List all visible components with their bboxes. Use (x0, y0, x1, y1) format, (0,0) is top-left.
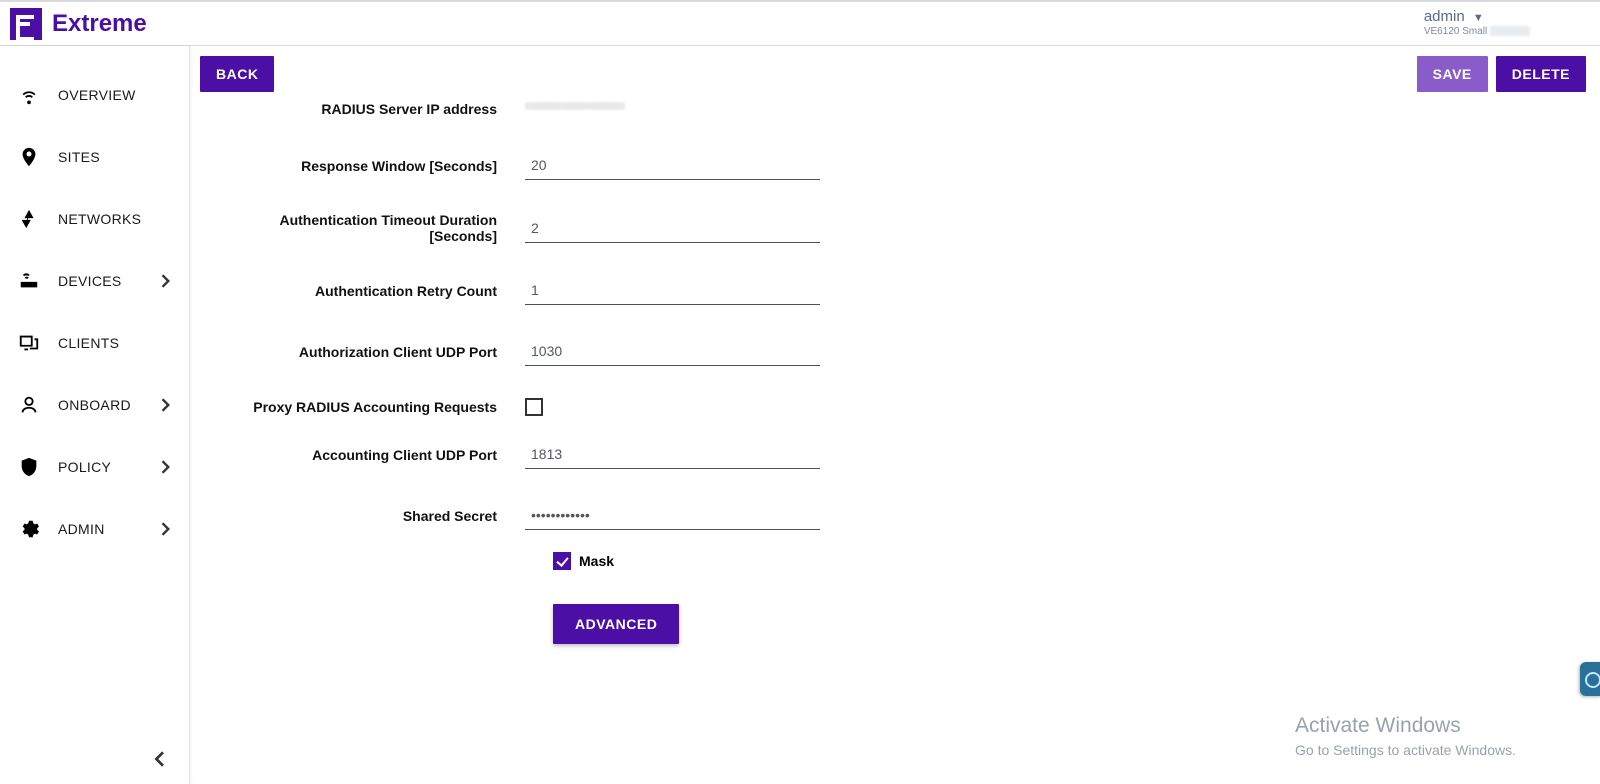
label-retry-count: Authentication Retry Count (230, 283, 525, 299)
caret-down-icon: ▼ (1473, 12, 1484, 24)
sidebar-item-admin[interactable]: ADMIN (0, 498, 189, 560)
acct-port-input[interactable] (525, 440, 820, 469)
user-name: admin (1424, 8, 1465, 25)
label-authz-port: Authorization Client UDP Port (230, 344, 525, 360)
server-ip-obscured (525, 98, 625, 114)
brand-logo-icon (10, 8, 42, 40)
teamviewer-side-tab[interactable] (1580, 662, 1600, 696)
row-mask: Mask (553, 552, 1586, 570)
obscured-text (1490, 26, 1530, 36)
sidebar-item-policy[interactable]: POLICY (0, 436, 189, 498)
devices-icon (18, 270, 40, 292)
shared-secret-input[interactable] (525, 501, 820, 530)
sidebar-item-label: CLIENTS (58, 335, 119, 351)
radius-form: RADIUS Server IP address Response Window… (200, 98, 1586, 644)
row-server-ip: RADIUS Server IP address (230, 98, 1586, 119)
row-retry-count: Authentication Retry Count (230, 276, 1586, 305)
row-shared-secret: Shared Secret (230, 501, 1586, 530)
back-button[interactable]: BACK (200, 56, 274, 92)
user-name-row: admin ▼ (1424, 8, 1530, 25)
response-window-input[interactable] (525, 151, 820, 180)
label-acct-port: Accounting Client UDP Port (230, 447, 525, 463)
gear-icon (18, 518, 40, 540)
row-authz-port: Authorization Client UDP Port (230, 337, 1586, 366)
location-pin-icon (18, 146, 40, 168)
sidebar-item-devices[interactable]: DEVICES (0, 250, 189, 312)
sidebar-item-sites[interactable]: SITES (0, 126, 189, 188)
sidebar-item-label: NETWORKS (58, 211, 141, 227)
mask-checkbox[interactable] (553, 552, 571, 570)
chevron-right-icon (161, 274, 171, 288)
label-proxy-acct: Proxy RADIUS Accounting Requests (230, 399, 525, 415)
brand-name: Extreme (52, 10, 147, 38)
sidebar-item-label: ONBOARD (58, 397, 131, 413)
networks-icon (18, 208, 40, 230)
appliance-name: VE6120 Small (1424, 26, 1487, 37)
chevron-left-icon (153, 751, 165, 767)
topbar: Extreme admin ▼ VE6120 Small (0, 0, 1600, 46)
appliance-row: VE6120 Small (1424, 26, 1530, 37)
delete-button[interactable]: DELETE (1496, 56, 1586, 92)
save-button[interactable]: SAVE (1417, 56, 1488, 92)
retry-count-input[interactable] (525, 276, 820, 305)
sidebar-item-label: DEVICES (58, 273, 122, 289)
chevron-right-icon (161, 460, 171, 474)
watermark-line1: Activate Windows (1295, 714, 1516, 738)
action-bar: BACK SAVE DELETE (200, 56, 1586, 92)
main: BACK SAVE DELETE RADIUS Server IP addres… (190, 46, 1600, 784)
sidebar-item-label: ADMIN (58, 521, 105, 537)
brand-logo[interactable]: Extreme (10, 8, 147, 40)
sidebar-item-onboard[interactable]: ONBOARD (0, 374, 189, 436)
chevron-right-icon (161, 522, 171, 536)
windows-activation-watermark: Activate Windows Go to Settings to activ… (1295, 714, 1516, 758)
sidebar-item-label: POLICY (58, 459, 111, 475)
sidebar-item-overview[interactable]: OVERVIEW (0, 64, 189, 126)
row-advanced: ADVANCED (553, 604, 1586, 644)
sidebar-collapse-button[interactable] (153, 751, 165, 772)
person-icon (18, 394, 40, 416)
proxy-acct-checkbox[interactable] (525, 398, 543, 416)
row-auth-timeout: Authentication Timeout Duration [Seconds… (230, 212, 1586, 244)
sidebar-item-label: SITES (58, 149, 100, 165)
sidebar-item-networks[interactable]: NETWORKS (0, 188, 189, 250)
row-acct-port: Accounting Client UDP Port (230, 440, 1586, 469)
advanced-button[interactable]: ADVANCED (553, 604, 679, 644)
sidebar: OVERVIEW SITES NETWORKS DEVICES CLIENTS … (0, 46, 190, 784)
row-response-window: Response Window [Seconds] (230, 151, 1586, 180)
label-response-window: Response Window [Seconds] (230, 158, 525, 174)
sidebar-item-clients[interactable]: CLIENTS (0, 312, 189, 374)
label-auth-timeout: Authentication Timeout Duration [Seconds… (230, 212, 525, 244)
label-mask: Mask (579, 553, 614, 569)
label-server-ip: RADIUS Server IP address (230, 101, 525, 117)
wifi-icon (18, 84, 40, 106)
chevron-right-icon (161, 398, 171, 412)
auth-timeout-input[interactable] (525, 214, 820, 243)
row-proxy-acct: Proxy RADIUS Accounting Requests (230, 398, 1586, 416)
authz-port-input[interactable] (525, 337, 820, 366)
watermark-line2: Go to Settings to activate Windows. (1295, 742, 1516, 758)
clients-icon (18, 332, 40, 354)
user-menu[interactable]: admin ▼ VE6120 Small (1424, 8, 1530, 37)
shield-icon (18, 456, 40, 478)
label-shared-secret: Shared Secret (230, 508, 525, 524)
sidebar-item-label: OVERVIEW (58, 87, 136, 103)
